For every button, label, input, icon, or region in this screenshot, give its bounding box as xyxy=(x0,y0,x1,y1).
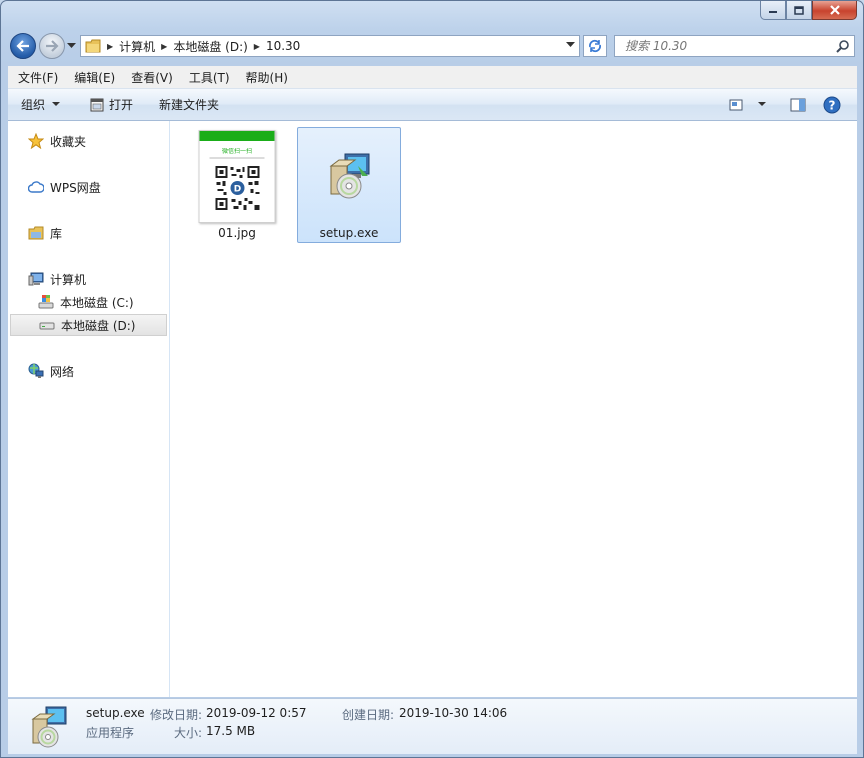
sidebar-item-favorites[interactable]: 收藏夹 xyxy=(28,130,86,152)
menu-bar: 文件(F) 编辑(E) 查看(V) 工具(T) 帮助(H) xyxy=(8,66,857,89)
menu-view[interactable]: 查看(V) xyxy=(120,69,178,86)
address-bar[interactable]: ▶ 计算机 ▶ 本地磁盘 (D:) ▶ 10.30 xyxy=(80,35,580,57)
breadcrumb-separator-icon[interactable]: ▶ xyxy=(161,42,167,51)
detail-file-type: 应用程序 xyxy=(86,726,135,740)
menu-help[interactable]: 帮助(H) xyxy=(235,69,293,86)
close-button[interactable] xyxy=(812,1,857,20)
sidebar-item-label: 本地磁盘 (D:) xyxy=(61,318,136,333)
search-box[interactable] xyxy=(614,35,855,57)
maximize-icon xyxy=(794,5,804,15)
refresh-button[interactable] xyxy=(583,35,607,57)
navigation-row: ▶ 计算机 ▶ 本地磁盘 (D:) ▶ 10.30 xyxy=(1,29,863,63)
svg-text:?: ? xyxy=(829,98,836,112)
preview-pane-icon xyxy=(790,98,806,111)
sidebar-item-computer[interactable]: 计算机 xyxy=(28,268,86,290)
address-dropdown-icon[interactable] xyxy=(566,42,575,48)
detail-file-name: setup.exe xyxy=(86,706,145,720)
maximize-button[interactable] xyxy=(786,1,812,20)
breadcrumb-computer[interactable]: 计算机 xyxy=(119,38,155,55)
file-list[interactable]: 微信扫一扫 D 01.jpg setup.exe xyxy=(170,121,857,697)
help-button[interactable]: ? xyxy=(817,93,847,117)
view-controls: ? xyxy=(721,89,857,120)
library-icon xyxy=(28,225,44,241)
new-folder-label: 新建文件夹 xyxy=(159,98,220,112)
selected-file-icon xyxy=(24,701,72,749)
cloud-icon xyxy=(28,179,44,195)
network-icon xyxy=(28,363,44,379)
file-name: setup.exe xyxy=(319,226,379,240)
menu-edit[interactable]: 编辑(E) xyxy=(63,69,120,86)
detail-created-label: 创建日期: xyxy=(342,708,395,722)
open-app-icon xyxy=(90,98,104,111)
view-icon xyxy=(729,99,743,110)
navigation-pane: 收藏夹 WPS网盘 库 计算机 本地磁盘 (C:) 本地磁盘 (D:) 网络 xyxy=(8,121,170,697)
file-item-exe[interactable]: setup.exe xyxy=(297,127,401,243)
forward-arrow-icon xyxy=(46,40,59,52)
search-icon[interactable] xyxy=(836,39,850,53)
command-bar: 组织 打开 新建文件夹 ? xyxy=(8,89,857,121)
sidebar-item-drive-d[interactable]: 本地磁盘 (D:) xyxy=(10,314,167,336)
detail-size-value: 17.5 MB xyxy=(206,724,256,738)
breadcrumb-drive-d[interactable]: 本地磁盘 (D:) xyxy=(173,38,247,55)
installer-icon xyxy=(317,142,381,206)
back-arrow-icon xyxy=(16,40,29,52)
chevron-down-icon xyxy=(758,102,766,106)
open-button[interactable]: 打开 xyxy=(84,93,139,117)
refresh-icon xyxy=(588,39,602,53)
recent-pages-chevron-icon[interactable] xyxy=(67,43,76,49)
minimize-button[interactable] xyxy=(760,1,786,20)
sidebar-item-drive-c[interactable]: 本地磁盘 (C:) xyxy=(38,291,134,313)
sidebar-item-label: 收藏夹 xyxy=(50,134,87,149)
detail-modified-value: 2019-09-12 0:57 xyxy=(206,706,307,720)
star-icon xyxy=(28,133,44,149)
explorer-window: ▶ 计算机 ▶ 本地磁盘 (D:) ▶ 10.30 文件(F) xyxy=(0,0,864,758)
sidebar-item-label: WPS网盘 xyxy=(50,180,101,195)
open-label: 打开 xyxy=(109,98,134,112)
sidebar-item-wps[interactable]: WPS网盘 xyxy=(28,176,101,198)
thumbnail-caption: 微信扫一扫 xyxy=(221,148,252,155)
sidebar-item-label: 网络 xyxy=(50,364,75,379)
organize-button[interactable]: 组织 xyxy=(15,93,66,117)
details-pane: setup.exe 应用程序 修改日期: 2019-09-12 0:57 大小:… xyxy=(8,698,857,754)
breadcrumb-folder[interactable]: 10.30 xyxy=(266,39,300,53)
sidebar-item-label: 本地磁盘 (C:) xyxy=(60,295,134,310)
preview-pane-button[interactable] xyxy=(783,93,813,117)
breadcrumb-separator-icon[interactable]: ▶ xyxy=(254,42,260,51)
detail-size-label: 大小: xyxy=(174,726,203,740)
folder-icon xyxy=(85,39,101,53)
breadcrumb-separator-icon[interactable]: ▶ xyxy=(107,42,113,51)
detail-created-value: 2019-10-30 14:06 xyxy=(399,706,508,720)
menu-tools[interactable]: 工具(T) xyxy=(178,69,235,86)
menu-file[interactable]: 文件(F) xyxy=(8,69,63,86)
sidebar-item-library[interactable]: 库 xyxy=(28,222,62,244)
file-name: 01.jpg xyxy=(218,226,256,240)
view-options-button[interactable] xyxy=(755,93,769,117)
qr-code-icon: D xyxy=(214,165,260,211)
back-button[interactable] xyxy=(10,33,36,59)
organize-label: 组织 xyxy=(21,98,46,112)
minimize-icon xyxy=(769,11,777,13)
new-folder-button[interactable]: 新建文件夹 xyxy=(153,93,225,117)
computer-icon xyxy=(28,271,44,287)
forward-button[interactable] xyxy=(39,33,65,59)
change-view-button[interactable] xyxy=(721,93,751,117)
help-icon: ? xyxy=(823,96,841,113)
sidebar-item-network[interactable]: 网络 xyxy=(28,360,74,382)
file-item-jpg[interactable]: 微信扫一扫 D 01.jpg xyxy=(185,128,289,244)
close-icon xyxy=(829,5,840,15)
search-input[interactable] xyxy=(623,38,836,54)
detail-modified-label: 修改日期: xyxy=(150,708,203,722)
system-drive-icon xyxy=(38,294,54,310)
qr-badge: D xyxy=(233,185,240,195)
caption-buttons xyxy=(760,1,857,21)
sidebar-item-label: 库 xyxy=(50,226,63,241)
chevron-down-icon xyxy=(52,102,61,106)
drive-icon xyxy=(39,317,55,333)
qr-image-thumbnail: 微信扫一扫 D xyxy=(198,130,276,223)
sidebar-item-label: 计算机 xyxy=(50,272,87,287)
